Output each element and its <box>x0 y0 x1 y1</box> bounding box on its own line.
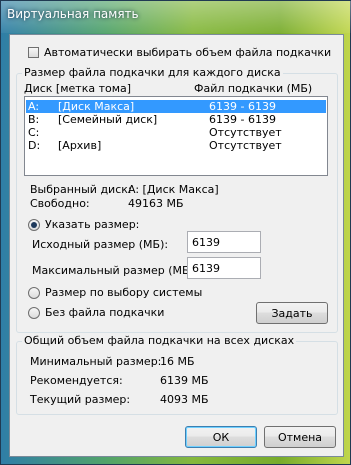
auto-manage-checkbox[interactable]: Автоматически выбирать объем файла подка… <box>28 46 331 59</box>
free-space-value: 49163 МБ <box>128 197 184 210</box>
drive-label: [Архив] <box>58 139 102 152</box>
radio-button[interactable] <box>28 218 40 231</box>
radio-button[interactable] <box>28 286 40 299</box>
drive-row-d[interactable]: D: [Архив] Отсутствует <box>26 139 326 152</box>
drive-paging: Отсутствует <box>209 126 282 139</box>
custom-size-radio[interactable]: Указать размер: <box>28 218 139 231</box>
no-paging-file-label: Без файла подкачки <box>45 306 165 319</box>
min-size-label: Минимальный размер: <box>30 355 162 368</box>
recommended-size-value: 6139 МБ <box>160 374 209 387</box>
dialog-client-area: Автоматически выбирать объем файла подка… <box>9 34 344 457</box>
system-managed-label: Размер по выбору системы <box>45 286 203 299</box>
auto-manage-label: Автоматически выбирать объем файла подка… <box>44 46 332 59</box>
initial-size-input[interactable] <box>187 231 261 253</box>
window-title: Виртуальная память <box>7 7 139 21</box>
set-button[interactable]: Задать <box>256 302 328 324</box>
cancel-button[interactable]: Отмена <box>264 426 336 448</box>
custom-size-label: Указать размер: <box>45 218 140 231</box>
drive-list[interactable]: A: [Диск Макса] 6139 - 6139 B: [Семейный… <box>24 96 328 176</box>
selected-drive-value: A: [Диск Макса] <box>128 183 219 196</box>
radio-button[interactable] <box>28 306 40 319</box>
drive-label: [Семейный диск] <box>58 113 158 126</box>
drive-paging: Отсутствует <box>209 139 282 152</box>
initial-size-label: Исходный размер (МБ): <box>32 238 169 251</box>
drive-row-b[interactable]: B: [Семейный диск] 6139 - 6139 <box>26 113 326 126</box>
drive-letter: D: <box>28 139 41 152</box>
drive-letter: A: <box>28 100 40 113</box>
title-bar[interactable]: Виртуальная память <box>1 1 351 33</box>
max-size-input[interactable] <box>187 257 261 279</box>
min-size-value: 16 МБ <box>160 355 195 368</box>
drive-letter: C: <box>28 126 40 139</box>
drive-letter: B: <box>28 113 40 126</box>
column-header-paging: Файл подкачки (МБ) <box>194 82 313 95</box>
virtual-memory-dialog: Виртуальная память Автоматически выбират… <box>0 0 351 465</box>
selected-drive-label: Выбранный диск: <box>30 183 132 196</box>
ok-button[interactable]: ОК <box>185 426 257 448</box>
no-paging-file-radio[interactable]: Без файла подкачки <box>28 306 164 319</box>
system-managed-radio[interactable]: Размер по выбору системы <box>28 286 202 299</box>
current-size-value: 4093 МБ <box>160 393 209 406</box>
recommended-size-label: Рекомендуется: <box>30 374 123 387</box>
drive-label: [Диск Макса] <box>58 100 135 113</box>
max-size-label: Максимальный размер (МБ): <box>32 264 198 277</box>
totals-group-label: Общий объем файла подкачки на всех диска… <box>22 334 297 347</box>
drive-paging: 6139 - 6139 <box>209 113 276 126</box>
drive-row-c[interactable]: C: Отсутствует <box>26 126 326 139</box>
drive-row-a[interactable]: A: [Диск Макса] 6139 - 6139 <box>26 100 326 113</box>
per-drive-group-label: Размер файла подкачки для каждого диска <box>22 66 283 79</box>
checkbox-box[interactable] <box>28 47 39 58</box>
current-size-label: Текущий размер: <box>30 393 131 406</box>
drive-paging: 6139 - 6139 <box>209 100 276 113</box>
column-header-drive: Диск [метка тома] <box>24 82 132 95</box>
free-space-label: Свободно: <box>30 197 90 210</box>
